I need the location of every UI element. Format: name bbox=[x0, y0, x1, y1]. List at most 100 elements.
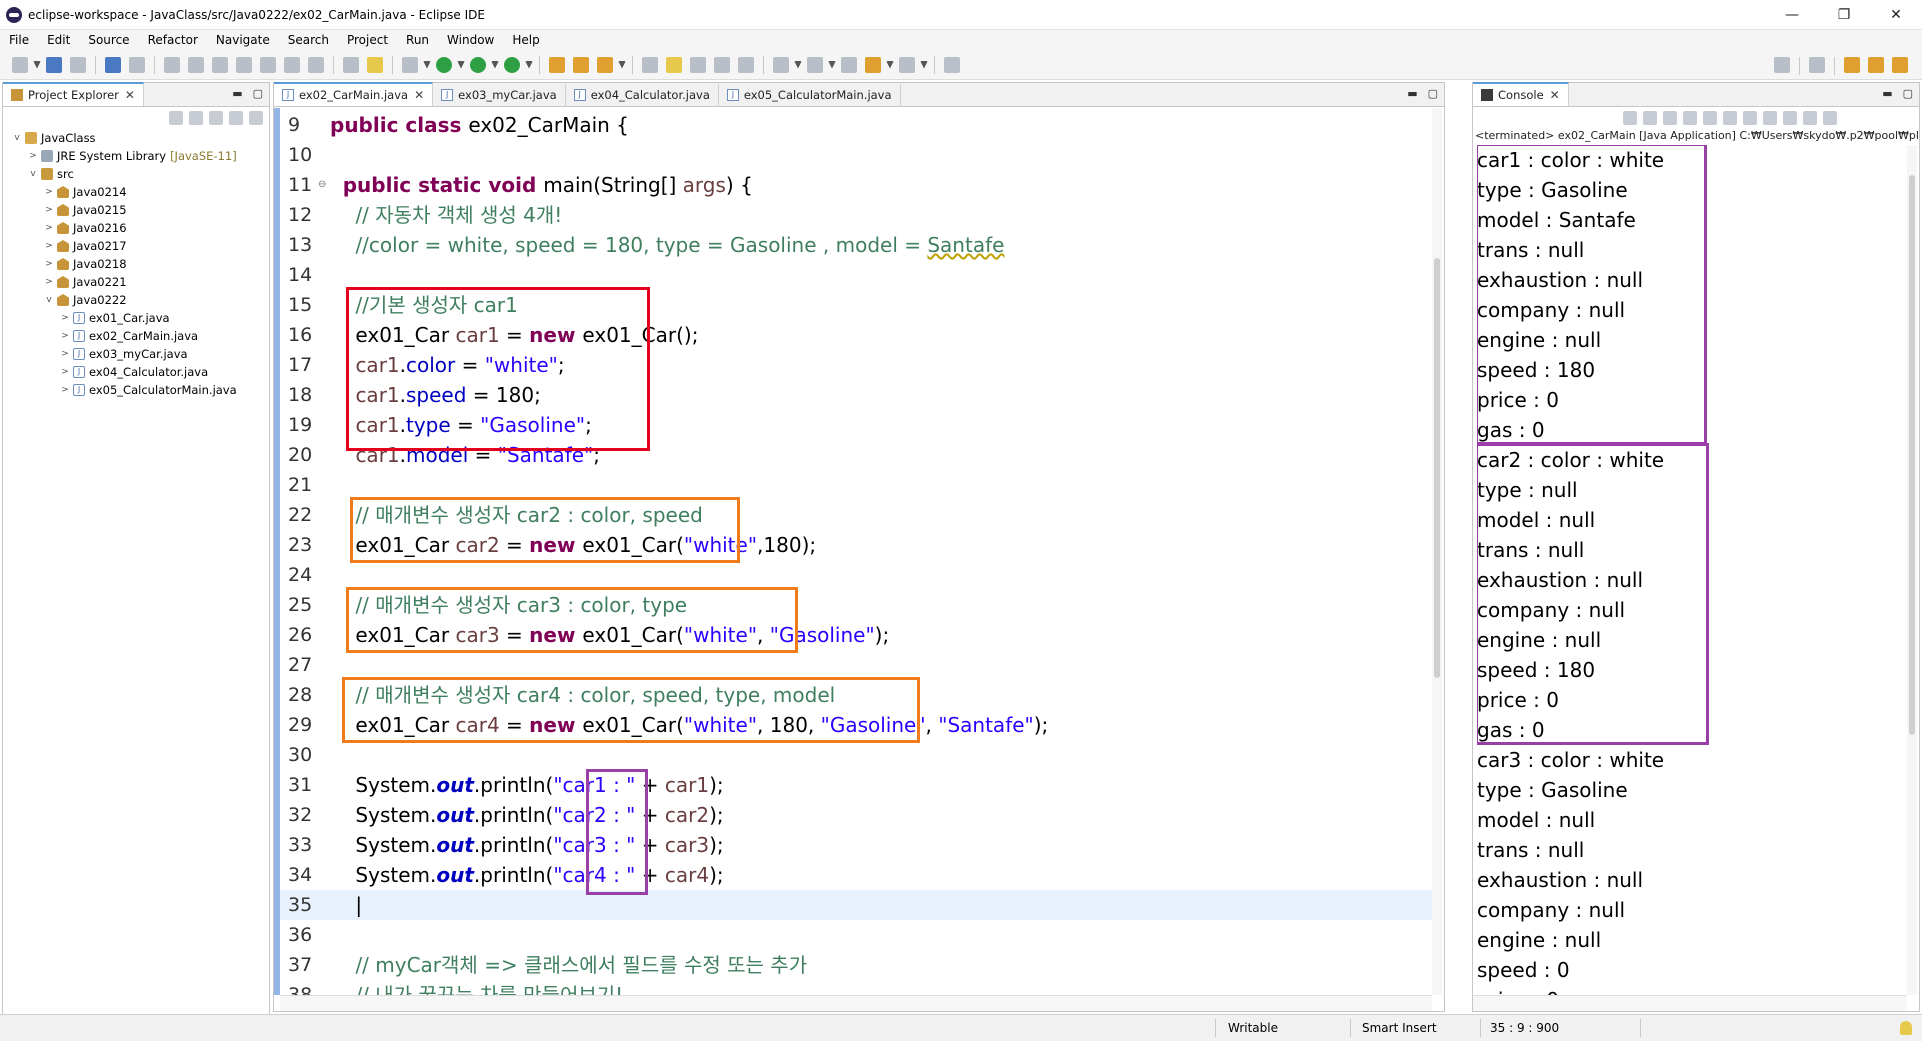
menu-file[interactable]: File bbox=[0, 33, 38, 47]
java-perspective-icon[interactable] bbox=[1868, 57, 1884, 73]
menu-project[interactable]: Project bbox=[338, 33, 397, 47]
previous-annotation-icon[interactable] bbox=[807, 56, 823, 73]
tree-item[interactable]: > Java0217 bbox=[3, 237, 269, 255]
tree-item[interactable]: > Java0218 bbox=[3, 255, 269, 273]
close-icon[interactable]: ✕ bbox=[1550, 88, 1560, 102]
collapsed-arrow-icon[interactable]: > bbox=[43, 241, 55, 251]
tree-item[interactable]: > ex03_myCar.java bbox=[3, 345, 269, 363]
collapsed-arrow-icon[interactable]: > bbox=[59, 367, 71, 377]
maximize-button[interactable]: ❐ bbox=[1818, 0, 1870, 30]
expanded-arrow-icon[interactable]: v bbox=[43, 295, 55, 305]
menu-source[interactable]: Source bbox=[79, 33, 138, 47]
editor-tab[interactable]: ex05_CalculatorMain.java bbox=[719, 84, 901, 106]
view-menu-icon[interactable] bbox=[249, 111, 263, 125]
expanded-arrow-icon[interactable]: v bbox=[27, 169, 39, 179]
coverage-dropdown-icon[interactable] bbox=[491, 60, 499, 69]
collapsed-arrow-icon[interactable]: > bbox=[43, 187, 55, 197]
show-on-error-icon[interactable] bbox=[1763, 111, 1777, 125]
tree-item[interactable]: > Java0214 bbox=[3, 183, 269, 201]
menu-run[interactable]: Run bbox=[397, 33, 438, 47]
link-with-editor-icon[interactable] bbox=[189, 111, 203, 125]
tree-item[interactable]: > JRE System Library [JavaSE-11] bbox=[3, 147, 269, 165]
tree-item[interactable]: v src bbox=[3, 165, 269, 183]
menu-search[interactable]: Search bbox=[279, 33, 338, 47]
open-type-icon[interactable] bbox=[642, 56, 658, 73]
open-perspective-icon[interactable] bbox=[1809, 57, 1825, 73]
run-icon[interactable] bbox=[436, 56, 452, 73]
next-annotation-dropdown-icon[interactable] bbox=[794, 60, 802, 69]
word-wrap-icon[interactable] bbox=[1723, 111, 1737, 125]
display-selected-console-icon[interactable] bbox=[1803, 111, 1817, 125]
close-icon[interactable]: ✕ bbox=[414, 88, 424, 102]
minimize-view-icon[interactable]: ▬ bbox=[232, 87, 242, 100]
new-icon[interactable] bbox=[12, 56, 28, 73]
editor-horizontal-scrollbar[interactable] bbox=[280, 995, 1432, 1011]
close-button[interactable]: ✕ bbox=[1870, 0, 1922, 30]
pin-editor-icon[interactable] bbox=[944, 56, 960, 73]
clear-console-icon[interactable] bbox=[1683, 111, 1697, 125]
tab-console[interactable]: Console ✕ bbox=[1473, 82, 1569, 106]
collapsed-arrow-icon[interactable]: > bbox=[59, 331, 71, 341]
back-dropdown-icon[interactable] bbox=[886, 60, 894, 69]
scroll-thumb[interactable] bbox=[1909, 175, 1915, 735]
terminal-icon[interactable] bbox=[105, 56, 121, 73]
skip-breakpoints-icon[interactable] bbox=[129, 56, 145, 73]
use-step-filters-icon[interactable] bbox=[367, 56, 383, 73]
fold-toggle-icon[interactable]: ⊖ bbox=[318, 170, 326, 200]
console-horizontal-scrollbar[interactable] bbox=[1473, 995, 1907, 1011]
collapsed-arrow-icon[interactable]: > bbox=[59, 349, 71, 359]
new-dropdown-icon[interactable] bbox=[33, 60, 41, 69]
tree-item[interactable]: > Java0215 bbox=[3, 201, 269, 219]
collapsed-arrow-icon[interactable]: > bbox=[59, 385, 71, 395]
maximize-view-icon[interactable]: ▢ bbox=[1903, 87, 1913, 100]
new-class-dropdown-icon[interactable] bbox=[618, 60, 626, 69]
menu-navigate[interactable]: Navigate bbox=[207, 33, 279, 47]
show-on-output-icon[interactable] bbox=[1743, 111, 1757, 125]
minimize-button[interactable]: — bbox=[1766, 0, 1818, 30]
word-wrap-icon[interactable] bbox=[714, 56, 730, 73]
editor-tab[interactable]: ex02_CarMain.java ✕ bbox=[274, 82, 434, 106]
drop-to-frame-icon[interactable] bbox=[343, 56, 359, 73]
run-dropdown-icon[interactable] bbox=[457, 60, 465, 69]
back-icon[interactable] bbox=[865, 56, 881, 73]
terminate-icon[interactable] bbox=[1623, 111, 1637, 125]
menu-help[interactable]: Help bbox=[503, 33, 548, 47]
status-cursor-position[interactable]: 35 : 9 : 900 bbox=[1490, 1021, 1559, 1035]
expanded-arrow-icon[interactable]: v bbox=[11, 133, 23, 143]
save-icon[interactable] bbox=[46, 56, 62, 73]
java-ee-perspective-icon[interactable] bbox=[1844, 57, 1860, 73]
debug-icon[interactable] bbox=[402, 56, 418, 73]
editor-tab[interactable]: ex04_Calculator.java bbox=[566, 84, 719, 106]
previous-annotation-dropdown-icon[interactable] bbox=[828, 60, 836, 69]
code-area[interactable]: 9 public class ex02_CarMain {10 11 ⊖ public… bbox=[280, 108, 1432, 995]
coverage-icon[interactable] bbox=[470, 56, 486, 73]
suspend-icon[interactable] bbox=[188, 56, 204, 73]
collapsed-arrow-icon[interactable]: > bbox=[43, 277, 55, 287]
last-edit-location-icon[interactable] bbox=[841, 56, 857, 73]
menu-refactor[interactable]: Refactor bbox=[139, 33, 207, 47]
disconnect-icon[interactable] bbox=[236, 56, 252, 73]
collapse-all-icon[interactable] bbox=[169, 111, 183, 125]
remove-all-icon[interactable] bbox=[1663, 111, 1677, 125]
menu-edit[interactable]: Edit bbox=[38, 33, 79, 47]
block-selection-icon[interactable] bbox=[690, 56, 706, 73]
console-output[interactable]: car1 : color : white type : Gasoline model… bbox=[1477, 145, 1905, 995]
collapsed-arrow-icon[interactable]: > bbox=[43, 259, 55, 269]
tree-item[interactable]: v JavaClass bbox=[3, 129, 269, 147]
resume-icon[interactable] bbox=[164, 56, 180, 73]
step-into-icon[interactable] bbox=[260, 56, 276, 73]
tip-lightbulb-icon[interactable] bbox=[1900, 1021, 1912, 1035]
collapsed-arrow-icon[interactable]: > bbox=[27, 151, 39, 161]
debug-dropdown-icon[interactable] bbox=[423, 60, 431, 69]
maximize-view-icon[interactable]: ▢ bbox=[253, 87, 263, 100]
open-console-icon[interactable] bbox=[1823, 111, 1837, 125]
forward-icon[interactable] bbox=[899, 56, 915, 73]
new-package-icon[interactable] bbox=[573, 56, 589, 73]
tree-item[interactable]: > ex04_Calculator.java bbox=[3, 363, 269, 381]
status-insert-mode[interactable]: Smart Insert bbox=[1362, 1021, 1437, 1035]
pin-console-icon[interactable] bbox=[1783, 111, 1797, 125]
remove-launch-icon[interactable] bbox=[1643, 111, 1657, 125]
collapsed-arrow-icon[interactable]: > bbox=[43, 205, 55, 215]
tab-project-explorer[interactable]: Project Explorer ✕ bbox=[3, 82, 144, 106]
filter-icon[interactable] bbox=[209, 111, 223, 125]
